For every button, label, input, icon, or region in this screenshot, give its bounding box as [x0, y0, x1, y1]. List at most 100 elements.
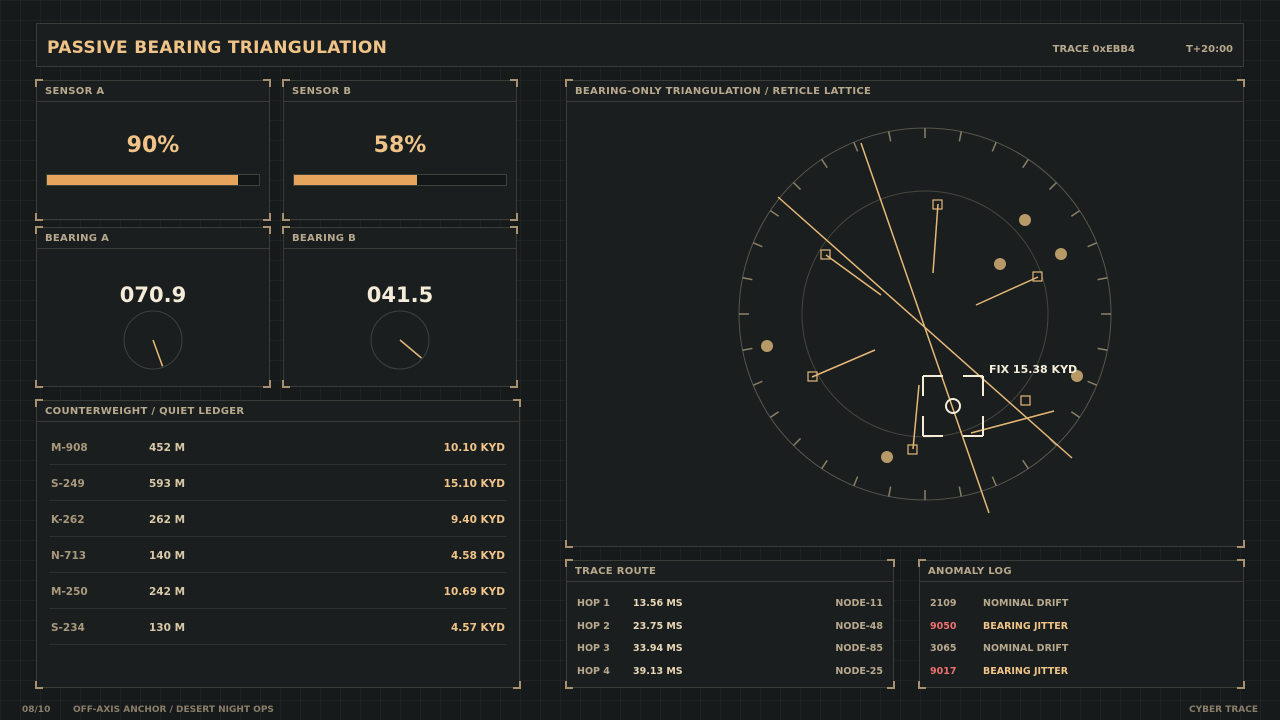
range-tick	[1097, 347, 1108, 352]
bearing-b-dial	[370, 310, 430, 370]
anomaly-log-title: ANOMALY LOG	[920, 561, 1243, 582]
reticle-scope[interactable]: FIX 15.38 KYD	[567, 102, 1243, 546]
contact-dot	[1055, 248, 1067, 260]
anomaly-code: 3065	[930, 643, 957, 654]
trace-route-title: TRACE ROUTE	[567, 561, 893, 582]
list-item[interactable]: HOP 4 39.13 MS NODE-25	[577, 661, 883, 683]
ledger-value: 4.57 KYD	[450, 622, 505, 634]
table-row[interactable]: N-713 140 M 4.58 KYD	[49, 537, 507, 573]
bearing-a-panel: BEARING A 070.9	[35, 226, 271, 388]
sensor-b-value: 58%	[373, 133, 427, 158]
ledger-distance: 593 M	[149, 478, 186, 490]
range-tick	[991, 476, 997, 487]
table-row[interactable]: M-250 242 M 10.69 KYD	[49, 573, 507, 609]
range-tick	[769, 210, 780, 217]
ledger-id: S-234	[51, 622, 85, 634]
list-item[interactable]: HOP 3 33.94 MS NODE-85	[577, 638, 883, 660]
range-tick	[1097, 276, 1108, 281]
hop-latency: 33.94 MS	[633, 643, 683, 654]
sensor-b-panel: SENSOR B 58%	[282, 79, 518, 221]
sensor-a-progress-fill	[47, 175, 238, 185]
sensor-b-progress-fill	[294, 175, 417, 185]
range-tick	[752, 380, 763, 386]
sensor-a-panel: SENSOR A 90%	[35, 79, 271, 221]
hop-node: NODE-25	[835, 666, 883, 677]
hop-label: HOP 3	[577, 643, 610, 654]
ledger-title: COUNTERWEIGHT / QUIET LEDGER	[37, 401, 519, 422]
range-tick	[1022, 158, 1029, 169]
ledger-distance: 130 M	[149, 622, 186, 634]
footer-page-number: 08/10	[22, 705, 51, 715]
bearing-ray	[777, 196, 1073, 459]
list-item[interactable]: HOP 2 23.75 MS NODE-48	[577, 616, 883, 638]
anomaly-code: 9017	[930, 666, 957, 677]
hop-node: NODE-85	[835, 643, 883, 654]
bearing-ray	[811, 349, 876, 378]
anomaly-message: BEARING JITTER	[983, 621, 1069, 632]
range-tick	[792, 437, 802, 447]
list-item[interactable]: 2109 NOMINAL DRIFT	[930, 593, 1233, 615]
hop-node: NODE-48	[835, 621, 883, 632]
contact-dot	[761, 340, 773, 352]
ledger-distance: 242 M	[149, 586, 186, 598]
anomaly-message: BEARING JITTER	[983, 666, 1069, 677]
range-ticks	[739, 128, 1111, 500]
ledger-panel: COUNTERWEIGHT / QUIET LEDGER M-908 452 M…	[35, 399, 521, 689]
bearing-a-value: 070.9	[119, 283, 187, 307]
table-row[interactable]: S-234 130 M 4.57 KYD	[49, 609, 507, 645]
inner-range-ring	[801, 190, 1049, 438]
range-tick	[1070, 210, 1081, 217]
range-tick	[887, 486, 892, 497]
range-tick	[821, 459, 828, 470]
bearing-ray	[932, 203, 939, 274]
list-item[interactable]: 3065 NOMINAL DRIFT	[930, 638, 1233, 660]
range-tick	[1087, 242, 1098, 248]
contact-dot	[881, 451, 893, 463]
range-tick	[853, 476, 859, 487]
hop-label: HOP 2	[577, 621, 610, 632]
sensor-b-progress-bar	[293, 174, 507, 186]
contact-dot	[994, 258, 1006, 270]
sensor-a-title: SENSOR A	[37, 81, 269, 102]
ledger-id: N-713	[51, 550, 87, 562]
triangulation-panel: BEARING-ONLY TRIANGULATION / RETICLE LAT…	[565, 79, 1245, 548]
list-item[interactable]: 9050 BEARING JITTER	[930, 616, 1233, 638]
hop-latency: 39.13 MS	[633, 666, 683, 677]
range-tick	[1087, 380, 1098, 386]
range-tick	[742, 347, 753, 352]
anomaly-message: NOMINAL DRIFT	[983, 643, 1069, 654]
anomaly-message: NOMINAL DRIFT	[983, 598, 1069, 609]
bearing-b-panel: BEARING B 041.5	[282, 226, 518, 388]
ledger-distance: 140 M	[149, 550, 186, 562]
trace-time: T+20:00	[1185, 44, 1233, 55]
bearing-ray	[825, 254, 882, 296]
bearing-a-needle	[152, 339, 164, 367]
fix-label: FIX 15.38 KYD	[989, 363, 1077, 376]
range-tick	[792, 181, 802, 191]
range-tick	[752, 242, 763, 248]
sensor-a-progress-bar	[46, 174, 260, 186]
range-tick	[769, 411, 780, 418]
ledger-value: 10.69 KYD	[443, 586, 505, 598]
hop-label: HOP 4	[577, 666, 610, 677]
ledger-id: S-249	[51, 478, 85, 490]
range-tick	[1070, 411, 1081, 418]
ledger-id: M-908	[51, 442, 88, 454]
bearing-b-value: 041.5	[366, 283, 434, 307]
sensor-a-value: 90%	[126, 133, 180, 158]
table-row[interactable]: K-262 262 M 9.40 KYD	[49, 501, 507, 537]
hop-latency: 13.56 MS	[633, 598, 683, 609]
bearing-ray	[912, 384, 920, 450]
table-row[interactable]: S-249 593 M 15.10 KYD	[49, 465, 507, 501]
ledger-distance: 452 M	[149, 442, 186, 454]
range-tick	[887, 131, 892, 142]
ledger-id: K-262	[51, 514, 85, 526]
range-tick	[742, 276, 753, 281]
list-item[interactable]: 9017 BEARING JITTER	[930, 661, 1233, 683]
table-row[interactable]: M-908 452 M 10.10 KYD	[49, 429, 507, 465]
hop-node: NODE-11	[835, 598, 883, 609]
range-tick	[958, 131, 963, 142]
ledger-distance: 262 M	[149, 514, 186, 526]
list-item[interactable]: HOP 1 13.56 MS NODE-11	[577, 593, 883, 615]
anomaly-code: 2109	[930, 598, 957, 609]
